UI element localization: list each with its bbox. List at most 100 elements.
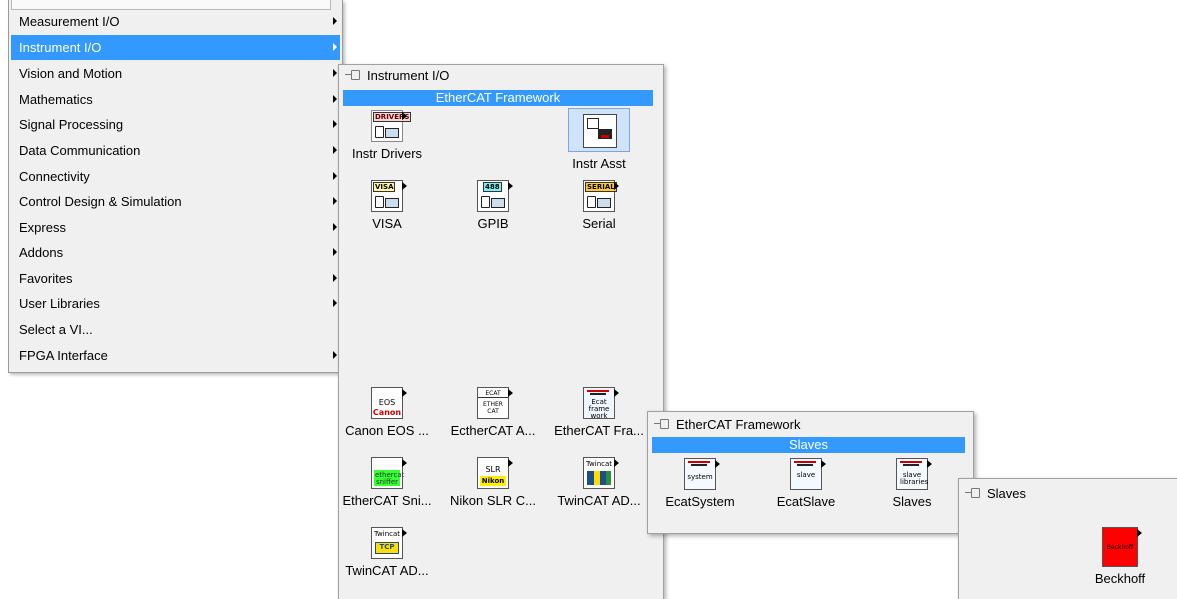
menu-item-label: Favorites — [19, 271, 73, 286]
submenu-arrow-icon — [333, 146, 337, 154]
subpalette-ethercat-framework[interactable]: EtherCAT Framework — [343, 90, 653, 106]
instrument-io-palette: Instrument I/O EtherCAT Framework DRIVER… — [338, 64, 664, 599]
pc-glyph — [375, 126, 399, 138]
palette-item-instr-asst[interactable]: Instr Asst — [553, 108, 645, 171]
item-label: Instr Drivers — [351, 146, 423, 161]
ethercat-sniffer-icon: ethercat sniffer — [371, 457, 407, 489]
instr-drivers-icon: DRIVERS — [371, 110, 412, 142]
ecat-system-icon: system — [684, 458, 720, 490]
submenu-arrow-icon — [333, 351, 337, 359]
item-label: Instr Asst — [572, 156, 626, 171]
pc-glyph — [587, 196, 611, 208]
subpalette-slaves[interactable]: Slaves — [652, 437, 965, 453]
menu-item-connectivity[interactable]: Connectivity — [11, 164, 340, 189]
menu-item-control-design[interactable]: Control Design & Simulation — [11, 189, 340, 214]
palette-item-instr-drivers[interactable]: DRIVERS Instr Drivers — [341, 110, 433, 161]
submenu-arrow-icon — [333, 69, 337, 77]
slaves-palette: Slaves Beckhoff Beckhoff — [958, 478, 1177, 599]
menu-item-label: FPGA Interface — [19, 348, 108, 363]
ethercat-text: ETHER CAT — [483, 401, 503, 415]
pin-icon[interactable] — [345, 69, 361, 81]
palette-item-ethercat-framework[interactable]: Ecat frame work EtherCAT Fra... — [553, 387, 645, 438]
drivers-tag: DRIVERS — [373, 112, 412, 122]
nikon-slr-icon: SLR Nikon — [477, 457, 513, 489]
palette-item-slaves[interactable]: slave libraries Slaves — [866, 458, 958, 509]
menu-item-favorites[interactable]: Favorites — [11, 266, 340, 291]
submenu-arrow-icon — [333, 172, 337, 180]
beckhoff-icon-text: Beckhoff — [1106, 544, 1134, 551]
menu-item-label: Signal Processing — [19, 117, 124, 132]
item-label: VISA — [372, 216, 402, 231]
submenu-arrow-icon — [333, 223, 337, 231]
menu-item-label: Express — [19, 220, 66, 235]
palette-header: EtherCAT Framework — [648, 414, 973, 434]
menu-item-instrument-io[interactable]: Instrument I/O — [11, 35, 340, 60]
submenu-arrow-icon — [333, 299, 337, 307]
menu-item-fpga-interface[interactable]: FPGA Interface — [11, 343, 340, 368]
system-text: system — [687, 473, 713, 481]
slaves-icon: slave libraries — [896, 458, 932, 490]
submenu-arrow-icon — [333, 120, 337, 128]
canon-eos-text: EOS — [378, 398, 396, 407]
item-label: Slaves — [892, 494, 932, 509]
pc-glyph — [375, 196, 399, 208]
menu-item-express[interactable]: Express — [11, 215, 340, 240]
nikon-brand-text: Nikon — [481, 477, 505, 485]
assistant-glyph — [583, 114, 617, 148]
menu-item-signal-processing[interactable]: Signal Processing — [11, 112, 340, 137]
palette-item-twincat-ads[interactable]: Twincat TwinCAT AD... — [553, 457, 645, 508]
submenu-arrow-icon — [333, 248, 337, 256]
visa-tag: VISA — [373, 182, 396, 192]
sniffer-text: ethercat sniffer — [375, 471, 405, 486]
serial-icon: SERIAL — [583, 180, 619, 212]
twincat-graphic — [587, 471, 611, 485]
palette-item-beckhoff[interactable]: Beckhoff Beckhoff — [1074, 527, 1166, 586]
slr-text: SLR — [485, 465, 501, 474]
palette-item-visa[interactable]: VISA VISA — [341, 180, 433, 231]
menu-item-label: Addons — [19, 245, 64, 260]
palette-title: EtherCAT Framework — [676, 416, 801, 432]
palette-item-serial[interactable]: SERIAL Serial — [553, 180, 645, 231]
palette-item-canon-eos[interactable]: EOS Canon Canon EOS ... — [341, 387, 433, 438]
ecat-text: ECAT — [478, 390, 508, 398]
item-label: EtherCAT Fra... — [554, 423, 644, 438]
palette-title: Instrument I/O — [367, 67, 450, 83]
menu-item-measurement-io[interactable]: Measurement I/O — [11, 9, 340, 34]
item-label: EcatSlave — [776, 494, 836, 509]
pin-icon[interactable] — [965, 487, 981, 499]
submenu-arrow-icon — [333, 43, 337, 51]
palette-item-ecat-slave[interactable]: slave EcatSlave — [760, 458, 852, 509]
palette-item-ecat-system[interactable]: system EcatSystem — [654, 458, 746, 509]
functions-menu: Measurement I/O Instrument I/O Vision an… — [8, 0, 343, 373]
item-label: TwinCAT AD... — [345, 563, 429, 578]
menu-item-mathematics[interactable]: Mathematics — [11, 87, 340, 112]
menu-item-data-communication[interactable]: Data Communication — [11, 138, 340, 163]
menu-item-label: Mathematics — [19, 92, 93, 107]
menu-item-label: Instrument I/O — [19, 40, 102, 55]
palette-item-gpib[interactable]: 488 GPIB — [447, 180, 539, 231]
ethercat-framework-palette: EtherCAT Framework Slaves system EcatSys… — [647, 411, 974, 534]
menu-item-label: User Libraries — [19, 296, 100, 311]
menu-item-vision-and-motion[interactable]: Vision and Motion — [11, 61, 340, 86]
slave-text: slave — [796, 471, 816, 479]
framework-text: Ecat frame work — [588, 398, 610, 420]
palette-title: Slaves — [987, 485, 1027, 501]
item-label: EctherCAT A... — [450, 423, 536, 438]
palette-item-nikon-slr[interactable]: SLR Nikon Nikon SLR C... — [447, 457, 539, 508]
item-label: Beckhoff — [1094, 571, 1146, 586]
tcp-text: TCP — [379, 543, 395, 551]
gpib-icon: 488 — [477, 180, 513, 212]
menu-item-select-a-vi[interactable]: Select a VI... — [11, 317, 340, 342]
menu-item-user-libraries[interactable]: User Libraries — [11, 291, 340, 316]
instr-asst-icon — [568, 108, 630, 152]
palette-item-ethercat-sniffer[interactable]: ethercat sniffer EtherCAT Sni... — [341, 457, 433, 508]
visa-icon: VISA — [371, 180, 407, 212]
red-stripe — [587, 390, 609, 392]
pc-glyph — [481, 196, 505, 208]
palette-item-ethercat-a[interactable]: ECAT ETHER CAT EctherCAT A... — [447, 387, 539, 438]
submenu-arrow-icon — [333, 197, 337, 205]
menu-item-label: Measurement I/O — [19, 14, 120, 29]
menu-item-addons[interactable]: Addons — [11, 240, 340, 265]
palette-item-twincat-ads-tcp[interactable]: Twincat TCP TwinCAT AD... — [341, 527, 433, 578]
pin-icon[interactable] — [654, 418, 670, 430]
